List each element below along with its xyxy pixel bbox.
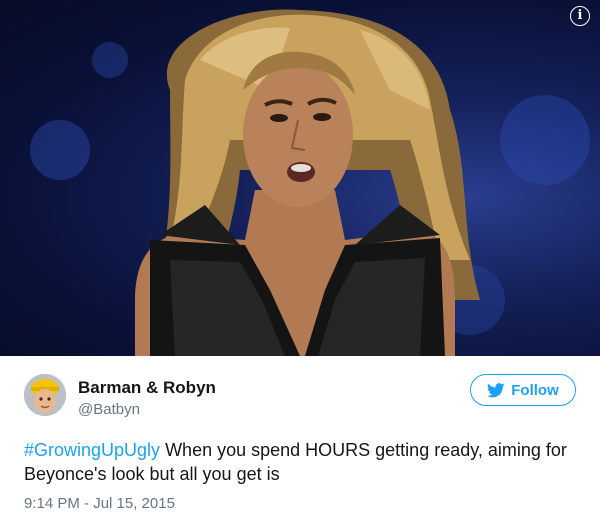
tweet-timestamp[interactable]: 9:14 PM - Jul 15, 2015: [24, 495, 175, 512]
hashtag-link[interactable]: #GrowingUpUgly: [24, 440, 160, 460]
author-name[interactable]: Barman & Robyn: [78, 378, 216, 398]
avatar-image: [24, 374, 66, 416]
follow-label: Follow: [511, 381, 559, 399]
twitter-bird-icon: [487, 382, 505, 397]
avatar[interactable]: [24, 374, 66, 416]
tweet-text: #GrowingUpUgly When you spend HOURS gett…: [24, 438, 584, 486]
tweet-header: Barman & Robyn @Batbyn Follow: [24, 374, 576, 422]
follow-button[interactable]: Follow: [470, 374, 576, 406]
author-handle[interactable]: @Batbyn: [78, 401, 140, 418]
info-icon[interactable]: i: [570, 6, 590, 26]
tweet-card: i Barman & Robyn @Batbyn Follow #Growing…: [0, 0, 600, 521]
photo-illustration: [30, 9, 590, 356]
tweet-photo[interactable]: i: [0, 0, 600, 356]
